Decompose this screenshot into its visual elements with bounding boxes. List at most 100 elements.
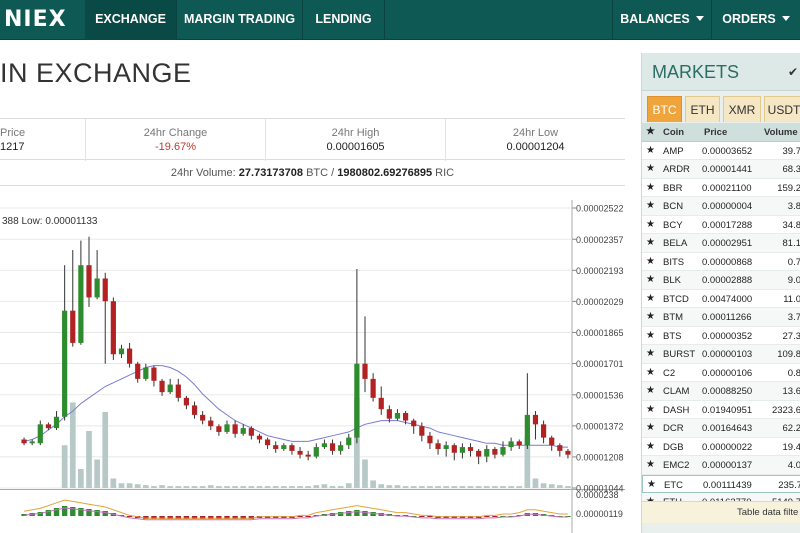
volume-bar [394, 485, 401, 488]
candle-up [354, 363, 360, 438]
table-row[interactable]: ★ AMP 0.00003652 39.7 [642, 141, 800, 160]
candle-up [484, 448, 490, 457]
candle-down [549, 437, 555, 446]
price-chart[interactable]: 0.00002522 0.00002357 0.00002193 0.00002029… [0, 200, 625, 533]
star-icon[interactable]: ★ [647, 479, 656, 490]
candle-up [346, 437, 352, 446]
row-price: 0.00111439 [703, 479, 752, 491]
star-icon[interactable]: ★ [646, 200, 655, 211]
tab-xmr[interactable]: XMR [723, 96, 761, 122]
y-tick-label: 0.00002029 [576, 297, 624, 307]
star-icon[interactable]: ★ [646, 330, 655, 341]
candle-up [37, 424, 43, 444]
row-volume: 109.8 [777, 349, 800, 360]
table-row[interactable]: ★ DCR 0.00164643 62.2 [642, 419, 800, 438]
star-icon[interactable]: ★ [646, 404, 655, 415]
row-volume: 39.7 [782, 145, 800, 157]
candle-down [175, 384, 181, 398]
table-row[interactable]: ★ BLK 0.00002888 9.0 [642, 271, 800, 290]
candle-down [86, 265, 92, 298]
table-row[interactable]: ★ BTS 0.00000352 27.3 [642, 326, 800, 345]
table-row[interactable]: ★ BBR 0.00021100 159.2 [642, 178, 800, 197]
header-coin[interactable]: Coin [663, 127, 684, 138]
row-price: 0.00000106 [702, 367, 753, 379]
header-price[interactable]: Price [704, 127, 727, 138]
star-icon[interactable]: ★ [646, 293, 655, 304]
nav-balances[interactable]: BALANCES [612, 0, 712, 40]
tab-btc[interactable]: BTC [647, 96, 682, 122]
tab-usdt[interactable]: USDT [764, 96, 800, 122]
row-price: 0.00474000 [702, 293, 753, 305]
row-coin: BCN [663, 201, 684, 212]
volume-bar [475, 486, 482, 488]
table-row[interactable]: ★ ETC 0.00111439 235.7 [642, 474, 800, 493]
stat-value: 0.00001605 [326, 141, 385, 153]
star-icon[interactable]: ★ [646, 459, 655, 470]
star-icon[interactable]: ★ [646, 385, 655, 396]
header-volume[interactable]: Volume [764, 127, 800, 138]
row-price: 0.00000352 [702, 330, 753, 342]
table-row[interactable]: ★ DASH 0.01940951 2323.6 [642, 400, 800, 419]
star-icon[interactable]: ★ [646, 145, 655, 156]
nav-exchange[interactable]: EXCHANGE [85, 0, 177, 40]
table-data-filter[interactable]: Table data filte [642, 501, 800, 523]
star-icon[interactable]: ★ [646, 256, 655, 267]
table-row[interactable]: ★ BTCD 0.00474000 11.0 [642, 289, 800, 308]
star-icon[interactable]: ★ [646, 348, 655, 359]
row-volume: 11.0 [783, 293, 800, 305]
table-row[interactable]: ★ BCN 0.00000004 3.8 [642, 197, 800, 216]
logo[interactable]: NIEX [0, 0, 85, 40]
volume-ric: 1980802.69276895 [337, 167, 433, 179]
row-volume: 81.1 [782, 238, 800, 249]
candle-down [386, 409, 392, 419]
candle-up [224, 424, 230, 432]
table-row[interactable]: ★ CLAM 0.00088250 13.6 [642, 382, 800, 401]
row-coin: BTM [663, 312, 684, 323]
row-coin: BLK [663, 275, 681, 286]
macd-bar [102, 511, 108, 516]
row-coin: BBR [663, 182, 683, 194]
star-icon[interactable]: ★ [646, 219, 655, 230]
star-icon[interactable]: ★ [646, 182, 655, 193]
volume-bar [305, 486, 312, 488]
market-stats: Price 1217 24hr Change -19.67% 24hr High… [0, 118, 625, 161]
y-tick-label: 0.00002193 [576, 266, 624, 276]
star-icon[interactable]: ★ [646, 274, 655, 285]
table-row[interactable]: ★ BTM 0.00011266 3.7 [642, 308, 800, 327]
row-volume: 2323.6 [771, 404, 800, 416]
row-coin: BCY [663, 219, 683, 231]
star-icon[interactable]: ★ [646, 367, 655, 378]
volume-bar [500, 486, 506, 488]
star-icon[interactable]: ★ [646, 441, 655, 452]
candle-up [338, 445, 344, 451]
table-row[interactable]: ★ BCY 0.00017288 34.8 [642, 215, 800, 234]
nav-margin-trading[interactable]: MARGIN TRADING [177, 0, 303, 40]
star-icon[interactable]: ★ [646, 311, 655, 322]
volume-bar [459, 486, 466, 488]
stat-label: 24hr Change [143, 127, 208, 139]
table-row[interactable]: ★ BURST 0.00000103 109.8 [642, 345, 800, 364]
nav-orders[interactable]: ORDERS [712, 0, 800, 40]
volume-bar [102, 412, 109, 488]
candle-down [565, 450, 571, 455]
tab-eth[interactable]: ETH [685, 96, 720, 122]
volume-bar [159, 485, 165, 488]
checkmark-icon[interactable]: ✔ [788, 53, 798, 91]
table-row[interactable]: ★ C2 0.00000106 0.8 [642, 363, 800, 382]
table-row[interactable]: ★ ARDR 0.00001441 68.3 [642, 160, 800, 179]
nav-lending[interactable]: LENDING [303, 0, 385, 40]
star-icon[interactable]: ★ [646, 126, 655, 137]
star-icon[interactable]: ★ [646, 163, 655, 174]
star-icon[interactable]: ★ [646, 237, 655, 248]
volume-bar [272, 486, 279, 488]
candle-down [102, 278, 108, 302]
row-coin: BELA [663, 238, 688, 249]
candle-up [62, 310, 68, 417]
volume-bar [556, 485, 563, 488]
table-row[interactable]: ★ EMC2 0.00000137 4.0 [642, 456, 800, 475]
table-row[interactable]: ★ DGB 0.00000022 19.4 [642, 437, 800, 456]
table-row[interactable]: ★ BITS 0.00000868 0.7 [642, 252, 800, 271]
table-row[interactable]: ★ BELA 0.00002951 81.1 [642, 234, 800, 253]
y-tick-label: 0.00002357 [576, 235, 624, 245]
star-icon[interactable]: ★ [646, 422, 655, 433]
